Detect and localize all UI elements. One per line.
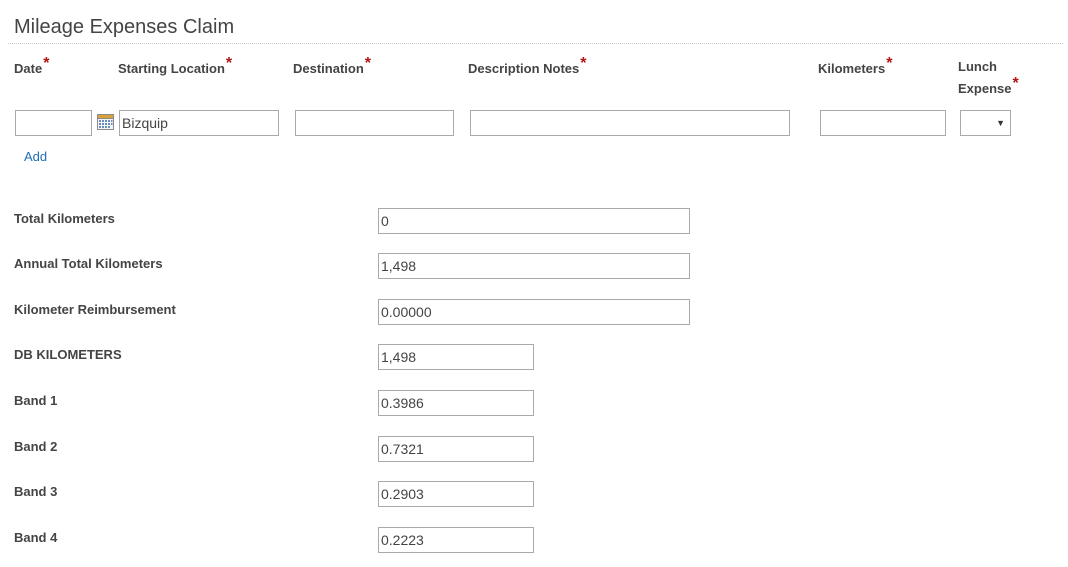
total-kilometers-label: Total Kilometers [14,211,115,226]
column-header-kilometers: Kilometers* [818,55,893,80]
column-header-description-notes: Description Notes* [468,55,587,80]
required-marker: * [225,55,233,72]
column-label-description-notes: Description Notes [468,61,580,76]
required-marker: * [364,55,372,72]
kilometer-reimbursement-label: Kilometer Reimbursement [14,302,176,317]
column-label-date: Date [14,61,43,76]
page-title: Mileage Expenses Claim [14,16,235,38]
band-3-field[interactable]: 0.2903 [378,481,534,507]
column-label-starting-location: Starting Location [118,61,225,76]
db-kilometers-field[interactable]: 1,498 [378,344,534,370]
calendar-icon[interactable] [97,113,114,130]
required-marker: * [580,55,587,72]
band-1-label: Band 1 [14,393,58,408]
kilometer-reimbursement-field[interactable]: 0.00000 [378,299,690,325]
add-link[interactable]: Add [24,149,47,164]
column-header-date: Date* [14,55,50,80]
mileage-claim-page: Mileage Expenses Claim Date* Starting Lo… [0,0,1068,567]
column-label-kilometers: Kilometers [818,61,886,76]
annual-total-kilometers-label: Annual Total Kilometers [14,256,163,271]
column-label-lunch-line2: Expense [958,81,1012,96]
title-divider [8,43,1063,44]
required-marker: * [1012,75,1019,92]
description-notes-input[interactable] [470,110,790,136]
starting-location-input[interactable]: Bizquip [119,110,279,136]
kilometers-input[interactable] [820,110,946,136]
chevron-down-icon: ▼ [996,118,1005,128]
column-header-lunch-expense: Lunch Expense* [958,56,1019,100]
lunch-expense-select[interactable]: ▼ [960,110,1011,136]
band-3-label: Band 3 [14,484,58,499]
band-4-label: Band 4 [14,530,58,545]
column-header-starting-location: Starting Location* [118,55,233,80]
column-label-lunch-line1: Lunch [958,59,997,74]
destination-input[interactable] [295,110,454,136]
column-label-destination: Destination [293,61,364,76]
annual-total-kilometers-field[interactable]: 1,498 [378,253,690,279]
total-kilometers-field[interactable]: 0 [378,208,690,234]
column-header-destination: Destination* [293,55,372,80]
date-input[interactable] [15,110,92,136]
db-kilometers-label: DB KILOMETERS [14,347,122,362]
band-4-field[interactable]: 0.2223 [378,527,534,553]
required-marker: * [43,55,50,72]
band-1-field[interactable]: 0.3986 [378,390,534,416]
band-2-label: Band 2 [14,439,58,454]
band-2-field[interactable]: 0.7321 [378,436,534,462]
required-marker: * [886,55,893,72]
